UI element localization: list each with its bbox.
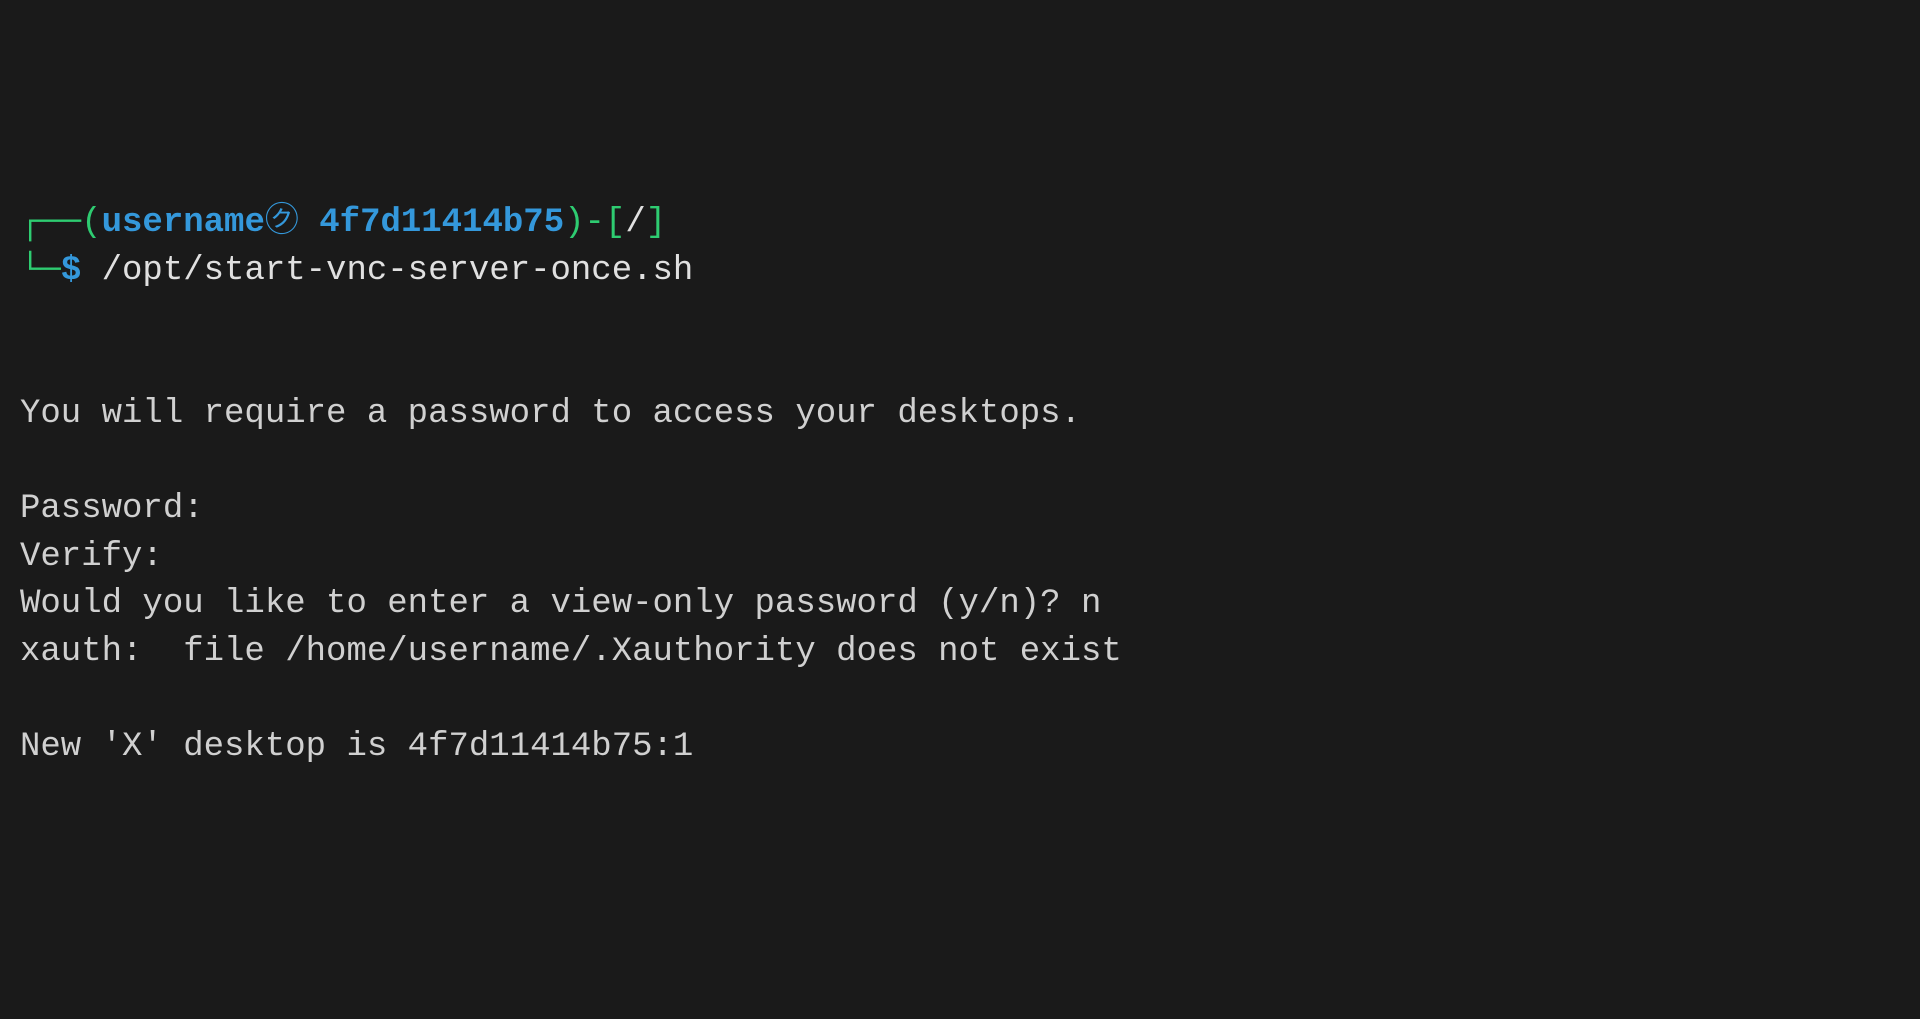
terminal-window[interactable]: ┌──(username㋗ 4f7d11414b75)-[/]└─$ /opt/…	[20, 200, 1900, 771]
output-password-prompt: Password:	[20, 490, 204, 528]
output-xauth-warning: xauth: file /home/username/.Xauthority d…	[20, 633, 1122, 671]
output-verify-prompt: Verify:	[20, 538, 163, 576]
prompt-close-paren: )-[	[564, 204, 625, 242]
prompt-hostname: 4f7d11414b75	[299, 204, 564, 242]
prompt-open-bracket: ┌──(	[20, 204, 102, 242]
prompt-symbol-icon: ㋗	[265, 204, 299, 242]
output-desktop-info: New 'X' desktop is 4f7d11414b75:1	[20, 728, 693, 766]
prompt-username: username	[102, 204, 265, 242]
prompt-cwd: /	[625, 204, 645, 242]
prompt-line-2: └─$ /opt/start-vnc-server-once.sh	[20, 248, 1900, 296]
prompt-connector-icon: └─	[20, 252, 61, 290]
prompt-end-bracket: ]	[646, 204, 666, 242]
prompt-line-1: ┌──(username㋗ 4f7d11414b75)-[/]	[20, 200, 1900, 248]
output-viewonly-prompt: Would you like to enter a view-only pass…	[20, 585, 1101, 623]
prompt-dollar: $	[61, 252, 102, 290]
output-line-1: You will require a password to access yo…	[20, 395, 1081, 433]
command-text: /opt/start-vnc-server-once.sh	[102, 252, 694, 290]
